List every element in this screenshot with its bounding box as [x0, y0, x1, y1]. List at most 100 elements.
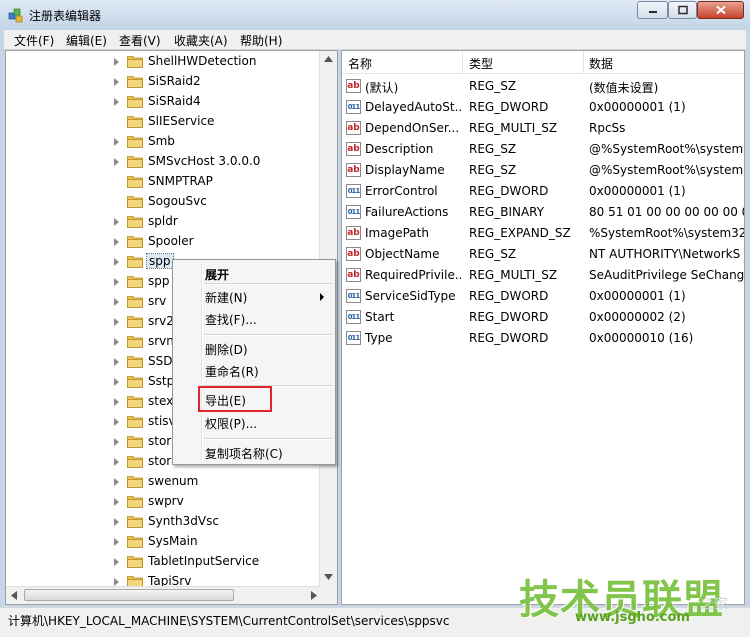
- expand-arrow-icon[interactable]: [114, 278, 119, 286]
- horizontal-scroll-thumb[interactable]: [24, 589, 234, 601]
- tree-item-label: Spooler: [148, 234, 194, 248]
- value-row[interactable]: ab DisplayName REG_SZ @%SystemRoot%\system3: [342, 160, 745, 181]
- folder-icon: [127, 516, 143, 528]
- tree-item[interactable]: swenum: [6, 472, 322, 492]
- scroll-left-icon[interactable]: [11, 591, 17, 600]
- menu-permissions[interactable]: 权限(P)...: [205, 415, 257, 432]
- expand-arrow-icon[interactable]: [114, 238, 119, 246]
- expand-arrow-icon[interactable]: [114, 538, 119, 546]
- tree-item[interactable]: SMSvcHost 3.0.0.0: [6, 152, 322, 172]
- value-row[interactable]: 011 ServiceSidType REG_DWORD 0x00000001 (1): [342, 286, 744, 307]
- expand-arrow-icon[interactable]: [114, 318, 119, 326]
- menu-expand[interactable]: 展开: [205, 266, 229, 283]
- expand-arrow-icon[interactable]: [114, 298, 119, 306]
- value-row[interactable]: 011 ErrorControl REG_DWORD 0x00000001 (1): [342, 181, 744, 202]
- menu-new[interactable]: 新建(N): [205, 289, 247, 306]
- folder-icon: [127, 256, 143, 268]
- value-type: REG_SZ: [469, 79, 517, 93]
- value-row[interactable]: 011 DelayedAutoSt... REG_DWORD 0x00000001 (…: [342, 97, 744, 118]
- tree-horizontal-scrollbar[interactable]: [6, 586, 322, 604]
- tree-item[interactable]: swprv: [6, 492, 322, 512]
- tree-item-label: TabletInputService: [148, 554, 260, 568]
- column-header-name[interactable]: 名称: [348, 55, 372, 72]
- string-value-icon: ab: [346, 121, 361, 135]
- menu-help[interactable]: 帮助(H): [240, 32, 282, 49]
- expand-arrow-icon[interactable]: [114, 458, 119, 466]
- expand-arrow-icon[interactable]: [114, 98, 119, 106]
- expand-arrow-icon[interactable]: [114, 398, 119, 406]
- folder-icon: [127, 556, 143, 568]
- menu-delete[interactable]: 删除(D): [205, 341, 248, 358]
- value-row[interactable]: 011 Start REG_DWORD 0x00000002 (2): [342, 307, 744, 328]
- window-title: 注册表编辑器: [29, 9, 102, 23]
- value-row[interactable]: ab ObjectName REG_SZ NT AUTHORITY\NetworkS: [342, 244, 744, 265]
- value-row[interactable]: 011 FailureActions REG_BINARY 80 51 01 00 0…: [342, 202, 745, 223]
- tree-item[interactable]: TabletInputService: [6, 552, 322, 572]
- scroll-right-icon[interactable]: [311, 591, 317, 600]
- tree-item[interactable]: spldr: [6, 212, 322, 232]
- value-row[interactable]: ab Description REG_SZ @%SystemRoot%\system3: [342, 139, 744, 160]
- tree-item[interactable]: SysMain: [6, 532, 322, 552]
- tree-item[interactable]: SiSRaid4: [6, 92, 322, 112]
- scroll-down-icon[interactable]: [324, 574, 333, 580]
- expand-arrow-icon[interactable]: [114, 338, 119, 346]
- value-row[interactable]: ab (默认) REG_SZ (数值未设置): [342, 76, 744, 97]
- menu-file[interactable]: 文件(F): [14, 32, 54, 49]
- expand-arrow-icon[interactable]: [114, 358, 119, 366]
- tree-item[interactable]: Synth3dVsc: [6, 512, 322, 532]
- folder-icon: [127, 396, 143, 408]
- value-name: ImagePath: [365, 226, 429, 240]
- expand-arrow-icon[interactable]: [114, 558, 119, 566]
- expand-arrow-icon[interactable]: [114, 478, 119, 486]
- value-type: REG_MULTI_SZ: [469, 121, 558, 135]
- menu-view[interactable]: 查看(V): [119, 32, 161, 49]
- expand-arrow-icon[interactable]: [114, 378, 119, 386]
- value-data: @%SystemRoot%\system3: [589, 163, 745, 177]
- menu-copy-key-name[interactable]: 复制项名称(C): [205, 445, 283, 462]
- menu-find[interactable]: 查找(F)...: [205, 311, 257, 328]
- value-data: 80 51 01 00 00 00 00 00 0: [589, 205, 745, 219]
- expand-arrow-icon[interactable]: [114, 158, 119, 166]
- scroll-up-icon[interactable]: [324, 56, 333, 62]
- menu-favorites[interactable]: 收藏夹(A): [174, 32, 228, 49]
- expand-arrow-icon[interactable]: [114, 258, 119, 266]
- expand-arrow-icon[interactable]: [114, 218, 119, 226]
- tree-item[interactable]: ShellHWDetection: [6, 52, 322, 72]
- expand-arrow-icon[interactable]: [114, 498, 119, 506]
- tree-item-label: SysMain: [148, 534, 198, 548]
- expand-arrow-icon[interactable]: [114, 578, 119, 586]
- folder-icon: [127, 176, 143, 188]
- binary-value-icon: 011: [346, 100, 361, 114]
- value-row[interactable]: ab RequiredPrivile... REG_MULTI_SZ SeAuditP…: [342, 265, 744, 286]
- expand-arrow-icon[interactable]: [114, 518, 119, 526]
- value-row[interactable]: ab ImagePath REG_EXPAND_SZ %SystemRoot%\sys…: [342, 223, 744, 244]
- close-button[interactable]: [697, 1, 744, 19]
- folder-icon: [127, 436, 143, 448]
- expand-arrow-icon[interactable]: [114, 418, 119, 426]
- expand-arrow-icon[interactable]: [114, 438, 119, 446]
- tree-item[interactable]: SNMPTRAP: [6, 172, 322, 192]
- value-row[interactable]: 011 Type REG_DWORD 0x00000010 (16): [342, 328, 744, 349]
- column-header-type[interactable]: 类型: [469, 55, 493, 72]
- expand-arrow-icon[interactable]: [114, 138, 119, 146]
- tree-item[interactable]: SlIEService: [6, 112, 322, 132]
- expand-arrow-icon[interactable]: [114, 78, 119, 86]
- tree-item[interactable]: Spooler: [6, 232, 322, 252]
- binary-value-icon: 011: [346, 310, 361, 324]
- string-value-icon: ab: [346, 79, 361, 93]
- column-divider[interactable]: [462, 51, 463, 73]
- column-header-data[interactable]: 数据: [589, 55, 613, 72]
- tree-item-label: stex: [148, 394, 174, 408]
- maximize-icon: [677, 5, 688, 15]
- regedit-app-icon: [8, 8, 23, 23]
- expand-arrow-icon[interactable]: [114, 58, 119, 66]
- column-divider[interactable]: [583, 51, 584, 73]
- minimize-button[interactable]: [637, 1, 668, 19]
- tree-item[interactable]: Smb: [6, 132, 322, 152]
- menu-edit[interactable]: 编辑(E): [66, 32, 107, 49]
- maximize-button[interactable]: [668, 1, 697, 19]
- tree-item[interactable]: SiSRaid2: [6, 72, 322, 92]
- tree-item[interactable]: SogouSvc: [6, 192, 322, 212]
- menu-rename[interactable]: 重命名(R): [205, 363, 259, 380]
- value-row[interactable]: ab DependOnSer... REG_MULTI_SZ RpcSs: [342, 118, 744, 139]
